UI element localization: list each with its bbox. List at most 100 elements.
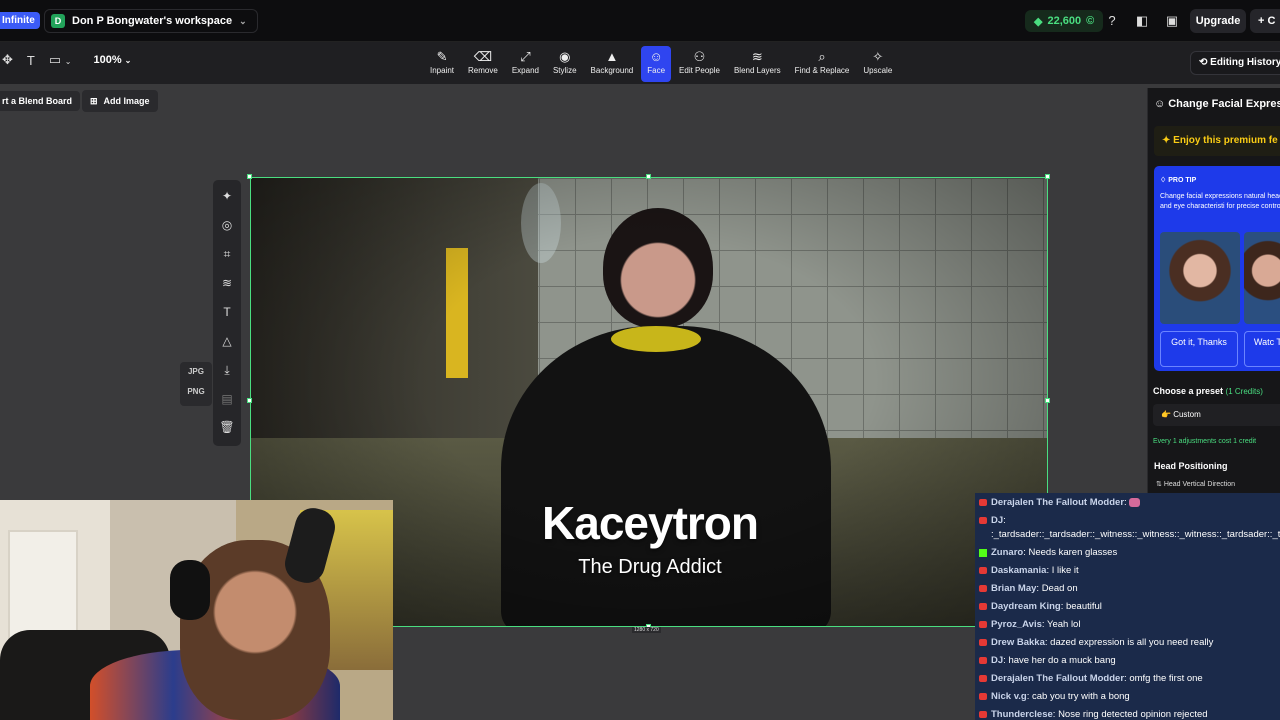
tool-stylize[interactable]: ◉ Stylize xyxy=(547,46,583,82)
tool-icon: ⌕ xyxy=(818,49,826,64)
coin-icon: © xyxy=(1086,15,1095,27)
tool-blend-layers[interactable]: ≋ Blend Layers xyxy=(728,46,787,82)
tool-label: Blend Layers xyxy=(733,66,781,75)
tool-icon: ◉ xyxy=(559,49,571,64)
pro-tip-text: Change facial expressions natural head, … xyxy=(1160,193,1280,210)
edit-tools: ✎ Inpaint ⌫ Remove ⤢ Expand ◉ Stylize ▲ Backgroun… xyxy=(424,46,898,82)
layers-icon[interactable]: ≋ xyxy=(213,276,241,290)
resize-handle-tl[interactable] xyxy=(247,174,252,179)
tool-find-replace[interactable]: ⌕ Find & Replace xyxy=(789,46,856,82)
tool-icon: ⤢ xyxy=(520,49,531,64)
trash-icon[interactable]: 🗑 xyxy=(213,420,241,434)
hand-icon: 👉 xyxy=(1161,410,1171,419)
resize-handle-t[interactable] xyxy=(646,174,651,179)
chat-overlay: Derajalen The Fallout Modder: DJ: :_tard… xyxy=(975,493,1280,720)
face-detect-icon[interactable]: ◎ xyxy=(213,218,241,232)
download-icon[interactable]: ⤓ xyxy=(213,363,241,378)
crop-icon[interactable]: ⌗ xyxy=(213,247,241,262)
chat-text: Yeah lol xyxy=(1046,619,1081,630)
tool-remove[interactable]: ⌫ Remove xyxy=(462,46,504,82)
adjustment-cost-note: Every 1 adjustments cost 1 credit xyxy=(1153,438,1257,445)
preset-label: Choose a preset (1 Credits) xyxy=(1153,386,1263,396)
tool-icon: ≋ xyxy=(751,49,763,64)
tool-edit-people[interactable]: ⚇ Edit People xyxy=(673,46,726,82)
chat-username: Drew Bakka xyxy=(991,637,1045,648)
chat-message: DJ: :_tardsader::_tardsader::_witness::_… xyxy=(975,512,1280,544)
chat-text: I like it xyxy=(1051,565,1079,576)
credits-balance[interactable]: ◆ 22,600 © xyxy=(1025,10,1104,32)
tool-label: Find & Replace xyxy=(794,66,850,75)
workspace-switcher[interactable]: D Don P Bongwater's workspace ⌄ xyxy=(44,9,258,33)
discord-icon[interactable]: ◧ xyxy=(1132,11,1152,31)
webcam-overlay xyxy=(0,500,393,720)
chat-text: omfg the first one xyxy=(1129,673,1203,684)
video-icon[interactable]: ▣ xyxy=(1162,11,1182,31)
tool-expand[interactable]: ⤢ Expand xyxy=(506,46,545,82)
plan-badge: Infinite xyxy=(0,12,40,29)
magic-wand-icon[interactable]: ✦ xyxy=(213,189,241,203)
chat-message: Daskamania: I like it xyxy=(975,562,1280,580)
chat-message: Brian May: Dead on xyxy=(975,580,1280,598)
tool-label: Edit People xyxy=(679,66,720,75)
chat-message: Thunderclese: Nose ring detected opinion… xyxy=(975,706,1280,720)
add-image-button[interactable]: ⊞ Add Image xyxy=(82,90,158,112)
shapes-icon[interactable]: △ xyxy=(213,334,241,348)
tool-background[interactable]: ▲ Background xyxy=(585,46,640,82)
tool-label: Inpaint xyxy=(430,66,455,75)
got-it-button[interactable]: Got it, Thanks xyxy=(1160,331,1238,367)
face-panel: ☺ Change Facial Expressio ✦ Enjoy this p… xyxy=(1147,88,1280,498)
tool-face[interactable]: ☺ Face xyxy=(641,46,672,82)
tool-label: Expand xyxy=(511,66,539,75)
resize-handle-r[interactable] xyxy=(1045,398,1050,403)
pro-tip-label: ♢ PRO TIP xyxy=(1160,177,1197,184)
premium-banner: ✦ Enjoy this premium fe xyxy=(1154,126,1280,156)
blend-board-button[interactable]: rt a Blend Board xyxy=(0,91,81,111)
top-bar: Infinite D Don P Bongwater's workspace ⌄… xyxy=(0,0,1280,42)
youtube-icon xyxy=(979,621,987,628)
watch-tutorial-button[interactable]: Watc Tuto xyxy=(1244,331,1280,367)
editing-history-button[interactable]: ⟲ Editing History xyxy=(1190,51,1280,75)
rectangle-tool-icon[interactable]: ▭ ⌄ xyxy=(49,52,72,68)
canvas-tools: ✥ T ▭ ⌄ 100% ⌄ xyxy=(0,52,131,68)
chat-username: DJ xyxy=(991,515,1004,526)
tool-label: Remove xyxy=(468,66,498,75)
text-tool-icon[interactable]: T xyxy=(27,53,35,68)
chat-text: have her do a muck bang xyxy=(1008,655,1116,666)
chat-message: Drew Bakka: dazed expression is all you … xyxy=(975,634,1280,652)
add-image-icon: ⊞ xyxy=(90,96,98,106)
app-window: Infinite D Don P Bongwater's workspace ⌄… xyxy=(0,0,1280,720)
upgrade-button[interactable]: Upgrade xyxy=(1190,9,1246,33)
chat-text: beautiful xyxy=(1065,601,1102,612)
tool-upscale[interactable]: ✧ Upscale xyxy=(857,46,898,82)
workspace-name: Don P Bongwater's workspace xyxy=(72,15,233,27)
create-button[interactable]: + C xyxy=(1250,9,1280,33)
resize-handle-tr[interactable] xyxy=(1045,174,1050,179)
tool-inpaint[interactable]: ✎ Inpaint xyxy=(424,46,460,82)
webcam-headset xyxy=(170,560,210,620)
export-png[interactable]: PNG xyxy=(180,382,212,402)
chat-username: DJ xyxy=(991,655,1004,666)
chat-text: dazed expression is all you need really xyxy=(1050,637,1214,648)
resize-handle-l[interactable] xyxy=(247,398,252,403)
head-vertical-direction[interactable]: ⇅ Head Vertical Direction xyxy=(1156,480,1235,488)
youtube-icon xyxy=(979,585,987,592)
move-icon[interactable]: ✥ xyxy=(2,52,13,68)
youtube-icon xyxy=(979,567,987,574)
example-face-after xyxy=(1244,232,1280,324)
youtube-icon xyxy=(979,711,987,718)
zoom-level[interactable]: 100% ⌄ xyxy=(93,54,131,66)
diamond-icon: ◆ xyxy=(1034,15,1043,28)
text-icon[interactable]: T xyxy=(213,305,241,319)
preset-select[interactable]: 👉 Custom xyxy=(1153,404,1280,426)
youtube-icon xyxy=(979,657,987,664)
help-icon[interactable]: ? xyxy=(1102,11,1122,31)
chat-text: Nose ring detected opinion rejected xyxy=(1058,709,1208,720)
chat-message: Zunaro: Needs karen glasses xyxy=(975,544,1280,562)
export-jpg[interactable]: JPG xyxy=(180,362,212,382)
tool-row: ✥ T ▭ ⌄ 100% ⌄ ✎ Inpaint ⌫ Remove ⤢ Expand ◉ St… xyxy=(0,42,1280,84)
lightbulb-icon: ♢ xyxy=(1160,177,1167,184)
save-icon[interactable]: ▤ xyxy=(213,392,241,406)
head-positioning-heading: Head Positioning xyxy=(1154,461,1228,471)
chat-username: Zunaro xyxy=(991,547,1024,558)
image-dimensions: 1280 x 720 xyxy=(632,627,661,633)
